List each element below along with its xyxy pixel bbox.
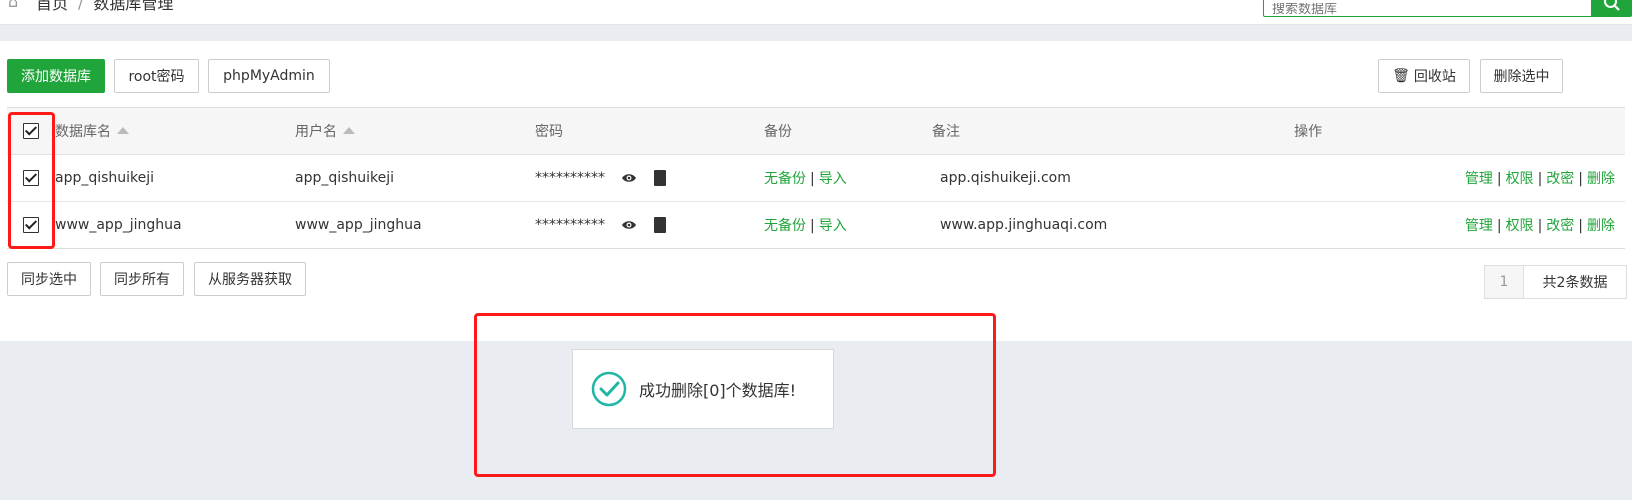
db-name: app_qishuikeji <box>55 154 295 202</box>
breadcrumb-current: 数据库管理 <box>93 0 174 13</box>
delete-link[interactable]: 删除 <box>1587 171 1615 187</box>
db-password-cell: ********** <box>535 201 764 249</box>
db-user: app_qishuikeji <box>295 154 535 202</box>
sort-up-icon <box>117 127 129 134</box>
db-user: www_app_jinghua <box>295 201 535 249</box>
db-note-text: app.qishuikeji.com <box>940 170 1071 186</box>
db-ops-cell: 管理 | 权限 | 改密 | 删除 <box>1294 154 1625 202</box>
db-backup-cell: 无备份 | 导入 <box>764 154 932 202</box>
root-password-button[interactable]: root密码 <box>114 59 199 93</box>
sync-all-button[interactable]: 同步所有 <box>100 262 184 296</box>
permission-link[interactable]: 权限 <box>1506 218 1534 234</box>
divider: | <box>810 218 815 234</box>
permission-link[interactable]: 权限 <box>1506 171 1534 187</box>
eye-icon[interactable] <box>621 172 637 184</box>
table-row: app_qishuikeji app_qishuikeji **********… <box>7 154 1625 202</box>
header-user[interactable]: 用户名 <box>295 107 535 155</box>
main-panel: 添加数据库 root密码 phpMyAdmin 🗑 回收站 删除选中 数据库名 … <box>0 41 1632 341</box>
header-user-label: 用户名 <box>295 124 337 140</box>
divider: | <box>1537 171 1543 187</box>
divider: | <box>810 171 815 187</box>
success-toast: 成功删除[0]个数据库! <box>572 349 834 429</box>
toast-message: 成功删除[0]个数据库! <box>639 381 797 400</box>
db-backup-cell: 无备份 | 导入 <box>764 201 932 249</box>
header-backup: 备份 <box>764 107 932 155</box>
copy-icon[interactable] <box>653 217 666 233</box>
db-note[interactable]: www.app.jinghuaqi.com <box>932 201 1295 249</box>
breadcrumb-home[interactable]: 首页 <box>36 0 68 14</box>
header-name-label: 数据库名 <box>55 124 111 140</box>
check-circle-icon <box>591 371 627 407</box>
divider: | <box>1496 171 1502 187</box>
no-backup-link[interactable]: 无备份 <box>764 171 806 187</box>
page-total: 共2条数据 <box>1542 275 1608 291</box>
change-password-link[interactable]: 改密 <box>1546 171 1574 187</box>
phpmyadmin-button[interactable]: phpMyAdmin <box>208 59 330 93</box>
header-checkbox-cell <box>7 107 55 155</box>
fetch-from-server-button[interactable]: 从服务器获取 <box>194 262 306 296</box>
row-checkbox[interactable] <box>23 217 39 233</box>
sort-up-icon <box>343 127 355 134</box>
divider: | <box>1578 171 1583 187</box>
header-name[interactable]: 数据库名 <box>55 107 295 155</box>
header-note: 备注 <box>932 107 1295 155</box>
select-all-checkbox[interactable] <box>23 123 39 139</box>
db-ops-cell: 管理 | 权限 | 改密 | 删除 <box>1294 201 1625 249</box>
search-box <box>1263 0 1593 17</box>
home-icon[interactable]: ⌂ <box>8 0 26 10</box>
row-checkbox-cell <box>7 201 55 249</box>
breadcrumb: ⌂ 首页 / 数据库管理 <box>8 0 173 14</box>
header-ops: 操作 <box>1294 107 1625 155</box>
search-button[interactable] <box>1591 0 1632 17</box>
pagination: 1 共2条数据 <box>1484 265 1627 299</box>
copy-icon[interactable] <box>653 170 666 186</box>
row-checkbox-cell <box>7 154 55 202</box>
no-backup-link[interactable]: 无备份 <box>764 218 806 234</box>
manage-link[interactable]: 管理 <box>1465 218 1493 234</box>
db-password: ********** <box>535 170 605 186</box>
manage-link[interactable]: 管理 <box>1465 171 1493 187</box>
recycle-bin-button[interactable]: 🗑 回收站 <box>1378 59 1470 93</box>
db-password: ********** <box>535 217 605 233</box>
top-bar: ⌂ 首页 / 数据库管理 <box>0 0 1632 25</box>
import-link[interactable]: 导入 <box>819 171 847 187</box>
change-password-link[interactable]: 改密 <box>1546 218 1574 234</box>
divider: | <box>1496 218 1502 234</box>
trash-icon: 🗑 <box>1392 68 1410 84</box>
table-row: www_app_jinghua www_app_jinghua ********… <box>7 201 1625 249</box>
sync-selected-button[interactable]: 同步选中 <box>7 262 91 296</box>
eye-icon[interactable] <box>621 219 637 231</box>
breadcrumb-separator: / <box>78 0 84 12</box>
db-note-text: www.app.jinghuaqi.com <box>940 217 1108 233</box>
row-checkbox[interactable] <box>23 170 39 186</box>
search-icon <box>1604 0 1620 11</box>
delete-selected-button[interactable]: 删除选中 <box>1480 59 1563 93</box>
divider: | <box>1537 218 1543 234</box>
db-note[interactable]: app.qishuikeji.com <box>932 154 1295 202</box>
table-header-row: 数据库名 用户名 密码 备份 备注 操作 <box>7 107 1625 155</box>
recycle-bin-label: 回收站 <box>1413 69 1456 85</box>
db-name: www_app_jinghua <box>55 201 295 249</box>
search-input[interactable] <box>1272 2 1572 17</box>
add-database-button[interactable]: 添加数据库 <box>7 59 105 93</box>
database-table: 数据库名 用户名 密码 备份 备注 操作 app_qishuikeji app_… <box>7 107 1625 249</box>
header-password: 密码 <box>535 107 764 155</box>
divider: | <box>1578 218 1583 234</box>
db-password-cell: ********** <box>535 154 764 202</box>
page-current[interactable]: 1 <box>1485 266 1524 298</box>
delete-link[interactable]: 删除 <box>1587 218 1615 234</box>
import-link[interactable]: 导入 <box>819 218 847 234</box>
